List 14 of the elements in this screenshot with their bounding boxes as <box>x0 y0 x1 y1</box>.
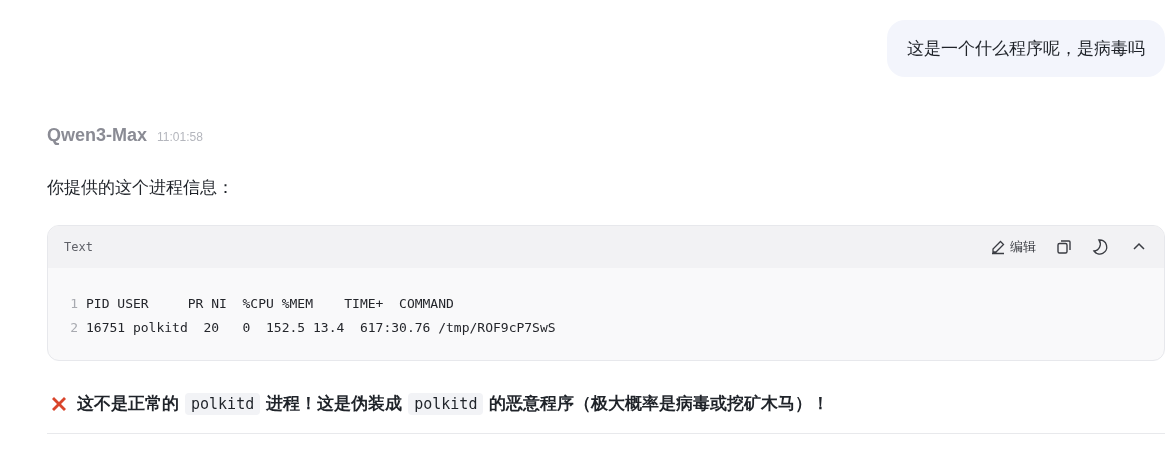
edit-button[interactable]: 编辑 <box>990 238 1036 256</box>
message-time: 11:01:58 <box>157 130 203 144</box>
copy-icon[interactable] <box>1056 239 1072 255</box>
pencil-icon <box>990 239 1006 255</box>
line-number: 1 <box>69 295 78 313</box>
code-language: Text <box>64 240 94 254</box>
user-message: 这是一个什么程序呢，是病毒吗 <box>887 20 1165 77</box>
code-line: 16751 polkitd 20 0 152.5 13.4 617:30.76 /tmp/ROF9cP7SwS <box>86 319 556 337</box>
moon-icon[interactable] <box>1092 238 1110 256</box>
code-line: PID USER PR NI %CPU %MEM TIME+ COMMAND <box>86 295 454 313</box>
assistant-name: Qwen3-Max <box>47 125 148 146</box>
line-number: 2 <box>69 319 78 337</box>
warning-text: 这不是正常的 polkitd 进程！这是伪装成 polkitd 的恶意程序（极大概率是病毒或挖矿木马）！ <box>77 393 830 415</box>
message-text: 你提供的这个进程信息： <box>47 176 234 199</box>
